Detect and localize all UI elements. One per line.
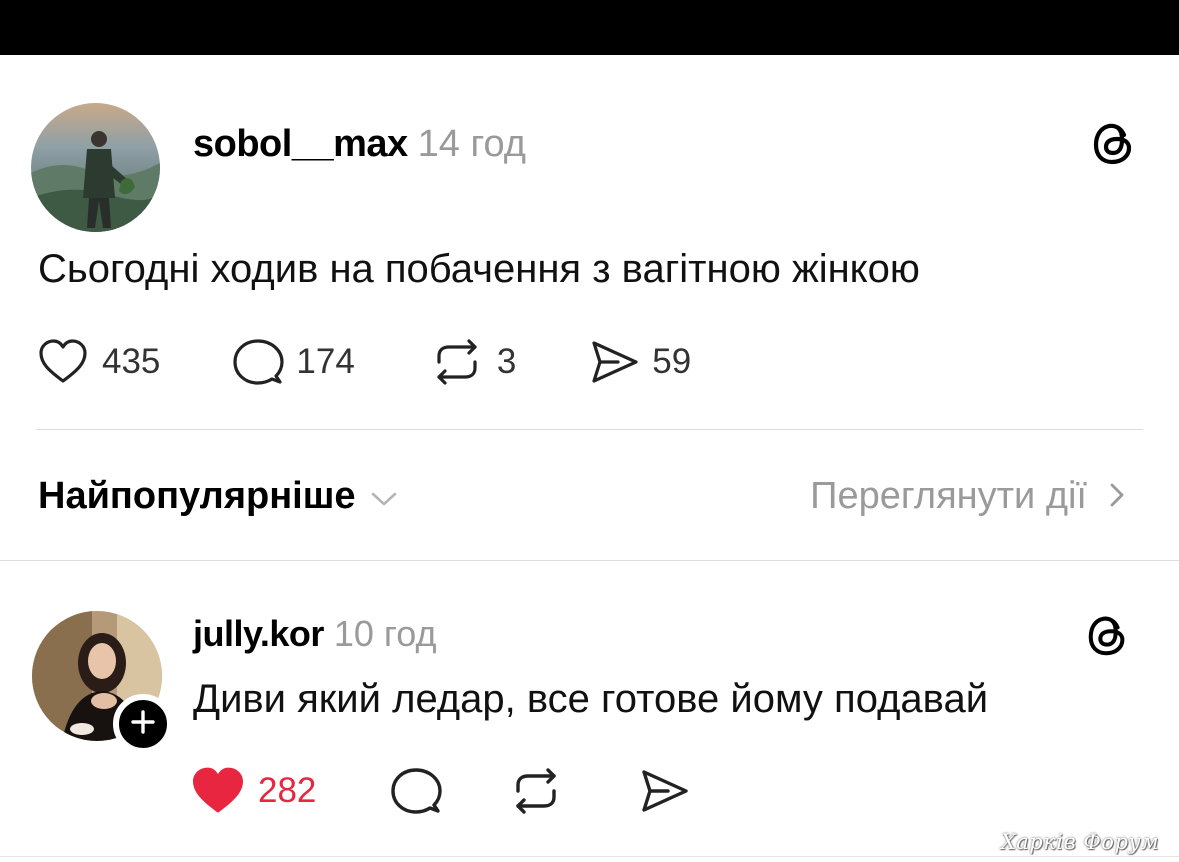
- reply-post: jully.kor 10 год Диви який ледар, все гот…: [0, 561, 1179, 862]
- repost-icon: [431, 338, 483, 386]
- comment-button[interactable]: 174: [232, 338, 355, 386]
- share-icon: [588, 339, 640, 385]
- plus-icon: [130, 709, 156, 740]
- post-actions: 435 174 3 59: [38, 338, 691, 386]
- reply-username[interactable]: jully.kor 10 год: [193, 613, 437, 655]
- sort-dropdown[interactable]: Найпопулярніше: [38, 475, 398, 518]
- reply-time: 10 год: [333, 613, 437, 654]
- chevron-right-icon[interactable]: [1109, 475, 1125, 518]
- like-count: 435: [102, 342, 161, 381]
- like-count: 282: [258, 771, 317, 810]
- reply-text: Диви який ледар, все готове йому подавай: [193, 677, 989, 721]
- threads-logo-icon[interactable]: [1090, 120, 1138, 168]
- heart-filled-icon: [190, 766, 246, 816]
- reply-actions: 282: [190, 766, 690, 816]
- post-username[interactable]: sobol__max 14 год: [193, 123, 526, 166]
- share-icon: [638, 768, 690, 814]
- chevron-down-icon[interactable]: [370, 475, 398, 518]
- sort-label[interactable]: Найпопулярніше: [38, 475, 356, 518]
- share-button[interactable]: [638, 768, 690, 814]
- main-post: sobol__max 14 год Сьогодні ходив на побач…: [0, 55, 1179, 430]
- share-count: 59: [652, 342, 692, 381]
- avatar[interactable]: [31, 103, 160, 232]
- comment-icon: [232, 338, 285, 386]
- comment-count: 174: [296, 342, 355, 381]
- repost-button[interactable]: [510, 767, 562, 815]
- repost-button[interactable]: 3: [431, 338, 516, 386]
- share-button[interactable]: 59: [588, 339, 691, 385]
- like-button[interactable]: 435: [38, 339, 160, 385]
- comment-icon: [390, 767, 443, 815]
- heart-icon: [38, 339, 88, 385]
- sort-bar: Найпопулярніше Переглянути дії: [0, 431, 1179, 561]
- post-text: Сьогодні ходив на побачення з вагітною ж…: [38, 247, 920, 291]
- like-button[interactable]: 282: [190, 766, 316, 816]
- username-text[interactable]: jully.kor: [193, 613, 324, 654]
- post-time: 14 год: [417, 123, 526, 165]
- watermark: Харків Форум: [1000, 830, 1159, 854]
- status-bar: [0, 0, 1179, 55]
- comment-button[interactable]: [390, 767, 443, 815]
- repost-count: 3: [496, 342, 517, 381]
- follow-button[interactable]: [113, 694, 173, 754]
- view-activity-label[interactable]: Переглянути дії: [810, 475, 1087, 518]
- view-activity-link[interactable]: Переглянути дії: [810, 475, 1125, 518]
- bottom-divider: [0, 856, 1179, 857]
- post-divider: [36, 429, 1143, 430]
- username-text[interactable]: sobol__max: [193, 123, 408, 165]
- repost-icon: [510, 767, 562, 815]
- threads-logo-icon[interactable]: [1085, 613, 1131, 659]
